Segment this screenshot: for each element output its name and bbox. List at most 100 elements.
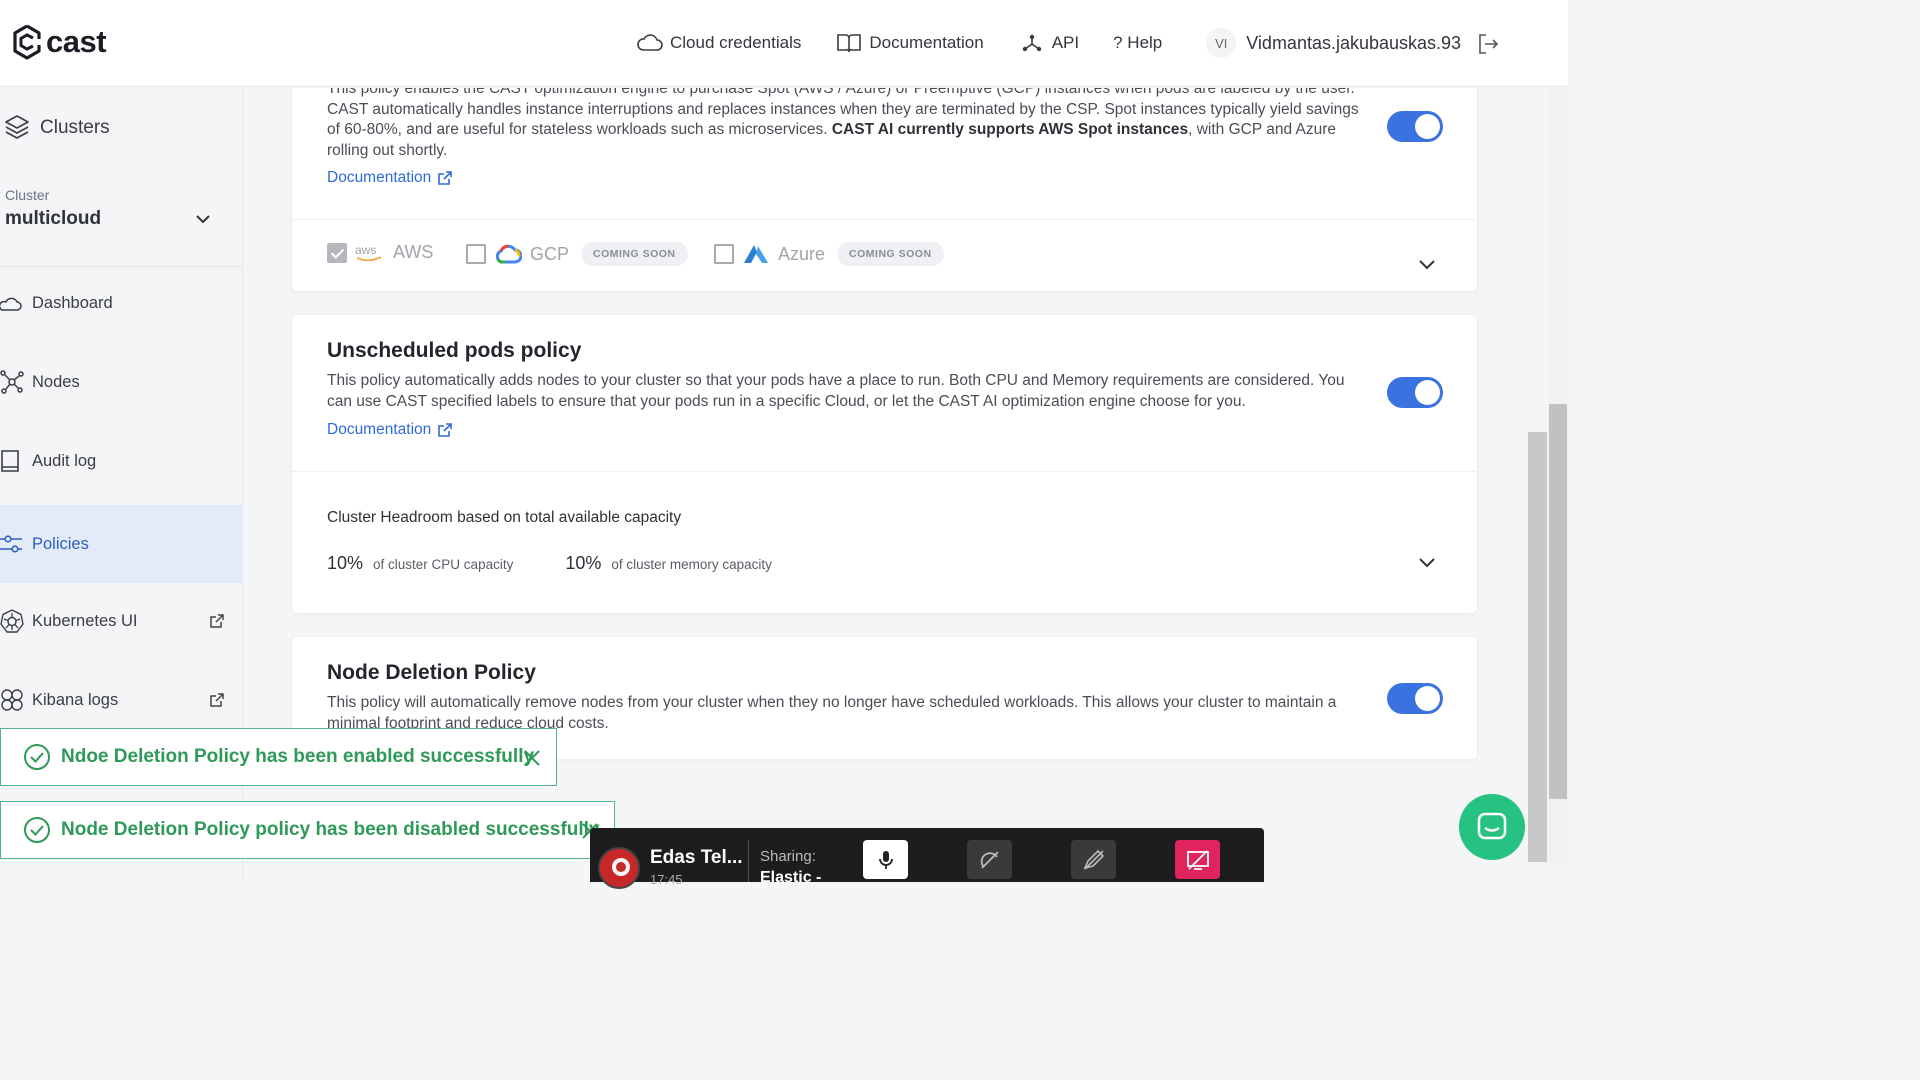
cloud-icon — [0, 297, 22, 311]
cast-logo[interactable]: cast — [12, 24, 107, 60]
chat-launcher-button[interactable] — [1459, 794, 1525, 860]
card-title: Node Deletion Policy — [327, 661, 536, 684]
spot-policy-card: This policy enables the CAST optimizatio… — [291, 88, 1479, 292]
headroom-values: 10% of cluster CPU capacity 10% of clust… — [327, 553, 824, 574]
coming-soon-badge: COMING SOON — [581, 242, 688, 266]
screen-off-icon — [1186, 849, 1209, 870]
top-bar: cast Cloud credentials Documentation API… — [0, 0, 1568, 87]
cast-logo-icon — [13, 24, 41, 60]
spot-policy-bold-text: CAST AI currently supports AWS Spot inst… — [831, 121, 1189, 138]
sidebar-item-label: Nodes — [32, 372, 80, 391]
svg-text:aws: aws — [355, 243, 376, 257]
content-scrollbar[interactable] — [1528, 432, 1547, 862]
layers-icon — [5, 115, 29, 139]
unscheduled-policy-toggle[interactable] — [1387, 377, 1443, 408]
sidebar-item-label: Kibana logs — [32, 690, 119, 709]
nav-documentation[interactable]: Documentation — [835, 32, 984, 54]
toast-message: Ndoe Deletion Policy has been enabled su… — [61, 746, 535, 767]
chevron-down-icon[interactable] — [1418, 557, 1436, 569]
cpu-percent[interactable]: 10% — [327, 553, 363, 574]
spot-policy-description: This policy enables the CAST optimizatio… — [327, 88, 1359, 159]
memory-percent[interactable]: 10% — [565, 553, 601, 574]
nav-label: ? Help — [1113, 33, 1163, 52]
card-divider — [292, 471, 1479, 472]
nav-api[interactable]: API — [1018, 32, 1079, 54]
cluster-label: Cluster — [5, 187, 50, 203]
card-divider — [292, 219, 1479, 220]
nodes-icon — [0, 370, 24, 394]
screen-share-bar: Edas Tel... 17:45 Sharing: Elastic - — [590, 828, 1264, 889]
api-icon — [1022, 34, 1041, 52]
microphone-button[interactable] — [863, 840, 908, 879]
gcp-logo-icon — [495, 244, 522, 264]
spot-documentation-link[interactable]: Documentation — [327, 169, 453, 187]
provider-azure[interactable]: Azure COMING SOON — [714, 242, 944, 266]
draw-button[interactable] — [1071, 840, 1116, 879]
headphones-off-icon — [980, 850, 999, 869]
cpu-label: of cluster CPU capacity — [373, 557, 514, 572]
clusters-header[interactable]: Clusters — [4, 114, 110, 142]
logout-icon[interactable] — [1476, 32, 1500, 56]
nav-help[interactable]: ? Help — [1113, 33, 1162, 53]
logo-text: cast — [46, 24, 107, 59]
sharing-label: Sharing: — [760, 848, 816, 865]
provider-gcp[interactable]: GCP COMING SOON — [466, 242, 688, 266]
external-link-icon — [438, 423, 453, 437]
external-link-icon — [210, 693, 224, 707]
chevron-down-icon[interactable] — [1418, 259, 1436, 271]
sidebar-item-nodes[interactable]: Nodes — [0, 343, 243, 421]
aws-checkbox[interactable] — [327, 242, 347, 263]
sidebar-item-policies[interactable]: Policies — [0, 505, 243, 583]
nav-label: API — [1051, 33, 1080, 52]
toast-success: Node Deletion Policy policy has been dis… — [0, 801, 615, 859]
sharing-target: Elastic - — [760, 869, 822, 886]
cloud-icon — [637, 34, 663, 51]
coming-soon-badge: COMING SOON — [837, 242, 944, 266]
nav-label: Cloud credentials — [670, 33, 802, 52]
sidebar-item-label: Audit log — [32, 451, 97, 470]
divider — [748, 840, 749, 882]
provider-name: Azure — [778, 243, 826, 264]
sidebar-item-audit-log[interactable]: Audit log — [0, 422, 243, 500]
nav-cloud-credentials[interactable]: Cloud credentials — [636, 32, 801, 54]
avatar: VI — [1206, 28, 1237, 58]
sidebar-item-dashboard[interactable]: Dashboard — [0, 264, 243, 342]
node-deletion-toggle[interactable] — [1387, 683, 1443, 714]
kubernetes-icon — [0, 609, 24, 633]
toast-message: Node Deletion Policy policy has been dis… — [61, 819, 600, 840]
provider-name: AWS — [393, 242, 434, 262]
aws-logo-icon: aws — [355, 243, 382, 261]
avatar — [598, 847, 640, 889]
spot-policy-toggle[interactable] — [1387, 111, 1443, 142]
gcp-checkbox[interactable] — [466, 244, 486, 264]
provider-aws[interactable]: aws AWS — [327, 242, 433, 263]
page-scrollbar-thumb[interactable] — [1549, 404, 1567, 799]
chat-icon — [1477, 812, 1507, 840]
microphone-icon — [878, 850, 893, 869]
azure-checkbox[interactable] — [714, 244, 734, 264]
external-link-icon — [210, 614, 224, 628]
huddle-button[interactable] — [967, 840, 1012, 879]
presenter-name: Edas Tel... — [650, 847, 743, 868]
book-icon — [837, 34, 862, 53]
pencil-off-icon — [1083, 849, 1104, 870]
toast-success: Ndoe Deletion Policy has been enabled su… — [0, 728, 557, 786]
user-name: Vidmantas.jakubauskas.93 — [1246, 32, 1462, 53]
memory-label: of cluster memory capacity — [611, 557, 772, 572]
user-menu[interactable]: VI Vidmantas.jakubauskas.93 — [1206, 28, 1461, 58]
sidebar-item-kubernetes-ui[interactable]: Kubernetes UI — [0, 582, 243, 660]
stop-sharing-button[interactable] — [1175, 840, 1220, 879]
external-link-icon — [438, 171, 453, 185]
share-time: 17:45 — [650, 872, 683, 887]
sidebar-item-label: Kubernetes UI — [32, 611, 138, 630]
top-nav: Cloud credentials Documentation API ? He… — [636, 28, 1461, 58]
cluster-select[interactable]: multicloud — [5, 208, 101, 230]
chevron-down-icon[interactable] — [195, 214, 211, 224]
provider-name: GCP — [530, 243, 570, 264]
unscheduled-documentation-link[interactable]: Documentation — [327, 421, 453, 439]
headroom-title: Cluster Headroom based on total availabl… — [327, 509, 682, 526]
sidebar-item-label: Policies — [32, 534, 89, 553]
close-icon[interactable] — [523, 749, 541, 767]
nav-label: Documentation — [869, 33, 984, 52]
clusters-title: Clusters — [40, 117, 110, 138]
